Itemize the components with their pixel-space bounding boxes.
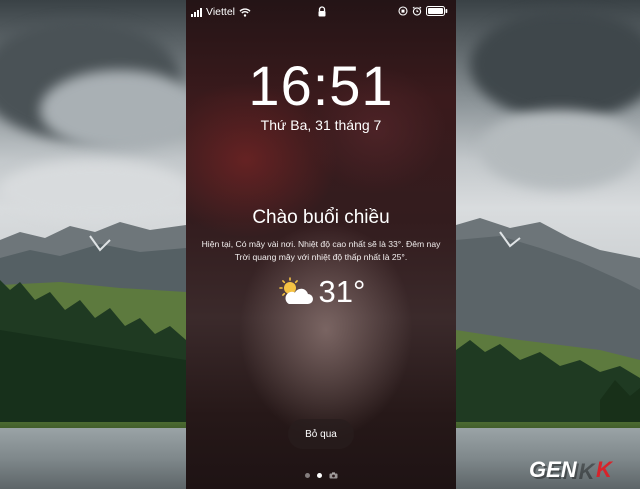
svg-text:GEN: GEN	[529, 458, 578, 482]
skip-button[interactable]: Bỏ qua	[288, 419, 354, 449]
camera-icon[interactable]	[329, 472, 338, 479]
orientation-lock-icon	[398, 6, 408, 16]
phone-lock-screen: Viettel 16:51 Thứ Ba, 31 tháng 7 Chào bu…	[186, 0, 456, 489]
current-weather: 31°	[186, 274, 456, 310]
page-dot-active[interactable]	[316, 473, 322, 478]
signal-icon	[191, 7, 202, 17]
temperature: 31°	[318, 274, 366, 309]
page-dot[interactable]	[304, 473, 310, 478]
genk-watermark-logo: GENK GEN K	[529, 458, 614, 484]
status-bar: Viettel	[186, 6, 456, 20]
lock-icon	[318, 6, 326, 17]
clock-date: Thứ Ba, 31 tháng 7	[260, 117, 382, 133]
forecast-line: Hiện tại, Có mây vài nơi. Nhiệt độ cao n…	[201, 239, 441, 249]
svg-text:K: K	[596, 458, 614, 482]
page-indicator[interactable]	[186, 472, 456, 479]
clock-time: 16:51	[248, 54, 394, 117]
battery-icon	[426, 6, 448, 16]
carrier-name: Viettel	[206, 6, 235, 18]
partly-cloudy-icon	[278, 277, 313, 304]
forecast-text: Hiện tại, Có mây vài nơi. Nhiệt độ cao n…	[198, 238, 444, 264]
wifi-icon	[239, 7, 251, 17]
forecast-line: Trời quang mây với nhiệt độ thấp nhất là…	[234, 252, 408, 262]
greeting-title: Chào buổi chiều	[252, 207, 390, 228]
status-left: Viettel	[191, 6, 251, 18]
alarm-icon	[412, 6, 422, 16]
status-right	[398, 6, 448, 16]
